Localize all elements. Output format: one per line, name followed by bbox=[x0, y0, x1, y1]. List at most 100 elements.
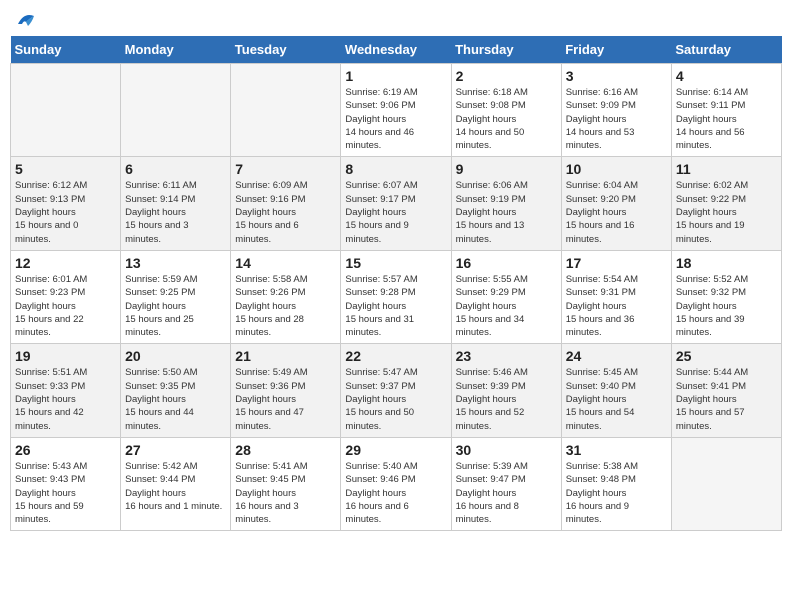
day-cell-empty bbox=[121, 64, 231, 157]
day-info: Sunrise: 5:46 AMSunset: 9:39 PMDaylight … bbox=[456, 366, 557, 432]
day-number: 14 bbox=[235, 255, 336, 271]
day-cell-23: 23 Sunrise: 5:46 AMSunset: 9:39 PMDayligh… bbox=[451, 344, 561, 437]
day-cell-26: 26 Sunrise: 5:43 AMSunset: 9:43 PMDayligh… bbox=[11, 437, 121, 530]
day-number: 15 bbox=[345, 255, 446, 271]
day-number: 19 bbox=[15, 348, 116, 364]
logo bbox=[14, 10, 38, 28]
day-cell-7: 7 Sunrise: 6:09 AMSunset: 9:16 PMDaylight… bbox=[231, 157, 341, 250]
day-info: Sunrise: 5:40 AMSunset: 9:46 PMDaylight … bbox=[345, 460, 446, 526]
day-info: Sunrise: 5:54 AMSunset: 9:31 PMDaylight … bbox=[566, 273, 667, 339]
day-info: Sunrise: 6:12 AMSunset: 9:13 PMDaylight … bbox=[15, 179, 116, 245]
day-number: 31 bbox=[566, 442, 667, 458]
day-cell-16: 16 Sunrise: 5:55 AMSunset: 9:29 PMDayligh… bbox=[451, 250, 561, 343]
column-header-saturday: Saturday bbox=[671, 36, 781, 64]
day-info: Sunrise: 5:50 AMSunset: 9:35 PMDaylight … bbox=[125, 366, 226, 432]
day-number: 20 bbox=[125, 348, 226, 364]
day-info: Sunrise: 5:57 AMSunset: 9:28 PMDaylight … bbox=[345, 273, 446, 339]
day-number: 24 bbox=[566, 348, 667, 364]
day-cell-2: 2 Sunrise: 6:18 AMSunset: 9:08 PMDaylight… bbox=[451, 64, 561, 157]
day-number: 16 bbox=[456, 255, 557, 271]
day-number: 27 bbox=[125, 442, 226, 458]
day-cell-3: 3Sunrise: 6:16 AMSunset: 9:09 PMDaylight… bbox=[561, 64, 671, 157]
day-cell-10: 10 Sunrise: 6:04 AMSunset: 9:20 PMDayligh… bbox=[561, 157, 671, 250]
day-cell-31: 31 Sunrise: 5:38 AMSunset: 9:48 PMDayligh… bbox=[561, 437, 671, 530]
day-number: 22 bbox=[345, 348, 446, 364]
day-number: 18 bbox=[676, 255, 777, 271]
day-number: 1 bbox=[345, 68, 446, 84]
day-number: 12 bbox=[15, 255, 116, 271]
day-cell-19: 19 Sunrise: 5:51 AMSunset: 9:33 PMDayligh… bbox=[11, 344, 121, 437]
day-number: 10 bbox=[566, 161, 667, 177]
day-info: Sunrise: 5:44 AMSunset: 9:41 PMDaylight … bbox=[676, 366, 777, 432]
column-header-tuesday: Tuesday bbox=[231, 36, 341, 64]
day-info: Sunrise: 5:47 AMSunset: 9:37 PMDaylight … bbox=[345, 366, 446, 432]
day-info: Sunrise: 5:59 AMSunset: 9:25 PMDaylight … bbox=[125, 273, 226, 339]
day-info: Sunrise: 6:01 AMSunset: 9:23 PMDaylight … bbox=[15, 273, 116, 339]
column-header-monday: Monday bbox=[121, 36, 231, 64]
day-info: Sunrise: 5:49 AMSunset: 9:36 PMDaylight … bbox=[235, 366, 336, 432]
day-info: Sunrise: 5:42 AMSunset: 9:44 PMDaylight … bbox=[125, 460, 226, 513]
day-cell-22: 22 Sunrise: 5:47 AMSunset: 9:37 PMDayligh… bbox=[341, 344, 451, 437]
day-info: Sunrise: 5:51 AMSunset: 9:33 PMDaylight … bbox=[15, 366, 116, 432]
day-info: Sunrise: 6:14 AMSunset: 9:11 PMDaylight … bbox=[676, 86, 777, 152]
day-info: Sunrise: 5:55 AMSunset: 9:29 PMDaylight … bbox=[456, 273, 557, 339]
day-cell-11: 11 Sunrise: 6:02 AMSunset: 9:22 PMDayligh… bbox=[671, 157, 781, 250]
day-cell-5: 5 Sunrise: 6:12 AMSunset: 9:13 PMDaylight… bbox=[11, 157, 121, 250]
day-number: 13 bbox=[125, 255, 226, 271]
day-info: Sunrise: 6:16 AMSunset: 9:09 PMDaylight … bbox=[566, 86, 667, 152]
day-number: 4 bbox=[676, 68, 777, 84]
day-info: Sunrise: 6:09 AMSunset: 9:16 PMDaylight … bbox=[235, 179, 336, 245]
day-number: 5 bbox=[15, 161, 116, 177]
day-number: 29 bbox=[345, 442, 446, 458]
day-info: Sunrise: 5:38 AMSunset: 9:48 PMDaylight … bbox=[566, 460, 667, 526]
day-info: Sunrise: 6:19 AMSunset: 9:06 PMDaylight … bbox=[345, 86, 446, 152]
day-info: Sunrise: 5:43 AMSunset: 9:43 PMDaylight … bbox=[15, 460, 116, 526]
day-info: Sunrise: 6:11 AMSunset: 9:14 PMDaylight … bbox=[125, 179, 226, 245]
day-cell-14: 14Sunrise: 5:58 AMSunset: 9:26 PMDayligh… bbox=[231, 250, 341, 343]
day-info: Sunrise: 6:18 AMSunset: 9:08 PMDaylight … bbox=[456, 86, 557, 152]
day-cell-17: 17 Sunrise: 5:54 AMSunset: 9:31 PMDayligh… bbox=[561, 250, 671, 343]
day-cell-4: 4 Sunrise: 6:14 AMSunset: 9:11 PMDaylight… bbox=[671, 64, 781, 157]
calendar-header-row: SundayMondayTuesdayWednesdayThursdayFrid… bbox=[11, 36, 782, 64]
week-row-4: 19 Sunrise: 5:51 AMSunset: 9:33 PMDayligh… bbox=[11, 344, 782, 437]
column-header-thursday: Thursday bbox=[451, 36, 561, 64]
day-number: 8 bbox=[345, 161, 446, 177]
day-number: 21 bbox=[235, 348, 336, 364]
column-header-sunday: Sunday bbox=[11, 36, 121, 64]
day-cell-empty bbox=[671, 437, 781, 530]
day-info: Sunrise: 6:04 AMSunset: 9:20 PMDaylight … bbox=[566, 179, 667, 245]
day-cell-27: 27 Sunrise: 5:42 AMSunset: 9:44 PMDayligh… bbox=[121, 437, 231, 530]
day-info: Sunrise: 6:02 AMSunset: 9:22 PMDaylight … bbox=[676, 179, 777, 245]
week-row-1: 1 Sunrise: 6:19 AMSunset: 9:06 PMDaylight… bbox=[11, 64, 782, 157]
page-header bbox=[10, 10, 782, 28]
day-info: Sunrise: 5:52 AMSunset: 9:32 PMDaylight … bbox=[676, 273, 777, 339]
day-info: Sunrise: 5:41 AMSunset: 9:45 PMDaylight … bbox=[235, 460, 336, 526]
day-cell-6: 6Sunrise: 6:11 AMSunset: 9:14 PMDaylight… bbox=[121, 157, 231, 250]
logo-bird-icon bbox=[16, 10, 38, 28]
week-row-5: 26 Sunrise: 5:43 AMSunset: 9:43 PMDayligh… bbox=[11, 437, 782, 530]
day-cell-8: 8 Sunrise: 6:07 AMSunset: 9:17 PMDaylight… bbox=[341, 157, 451, 250]
day-cell-empty bbox=[231, 64, 341, 157]
day-number: 28 bbox=[235, 442, 336, 458]
calendar-table: SundayMondayTuesdayWednesdayThursdayFrid… bbox=[10, 36, 782, 531]
day-cell-29: 29 Sunrise: 5:40 AMSunset: 9:46 PMDayligh… bbox=[341, 437, 451, 530]
day-cell-25: 25Sunrise: 5:44 AMSunset: 9:41 PMDayligh… bbox=[671, 344, 781, 437]
column-header-friday: Friday bbox=[561, 36, 671, 64]
day-info: Sunrise: 6:07 AMSunset: 9:17 PMDaylight … bbox=[345, 179, 446, 245]
day-number: 17 bbox=[566, 255, 667, 271]
column-header-wednesday: Wednesday bbox=[341, 36, 451, 64]
day-cell-9: 9Sunrise: 6:06 AMSunset: 9:19 PMDaylight… bbox=[451, 157, 561, 250]
day-cell-12: 12 Sunrise: 6:01 AMSunset: 9:23 PMDayligh… bbox=[11, 250, 121, 343]
day-cell-30: 30Sunrise: 5:39 AMSunset: 9:47 PMDayligh… bbox=[451, 437, 561, 530]
day-number: 23 bbox=[456, 348, 557, 364]
day-number: 11 bbox=[676, 161, 777, 177]
day-cell-20: 20 Sunrise: 5:50 AMSunset: 9:35 PMDayligh… bbox=[121, 344, 231, 437]
day-cell-24: 24 Sunrise: 5:45 AMSunset: 9:40 PMDayligh… bbox=[561, 344, 671, 437]
day-number: 26 bbox=[15, 442, 116, 458]
day-number: 2 bbox=[456, 68, 557, 84]
week-row-3: 12 Sunrise: 6:01 AMSunset: 9:23 PMDayligh… bbox=[11, 250, 782, 343]
day-info: Sunrise: 5:39 AMSunset: 9:47 PMDaylight … bbox=[456, 460, 557, 526]
day-number: 9 bbox=[456, 161, 557, 177]
day-info: Sunrise: 5:45 AMSunset: 9:40 PMDaylight … bbox=[566, 366, 667, 432]
day-number: 7 bbox=[235, 161, 336, 177]
